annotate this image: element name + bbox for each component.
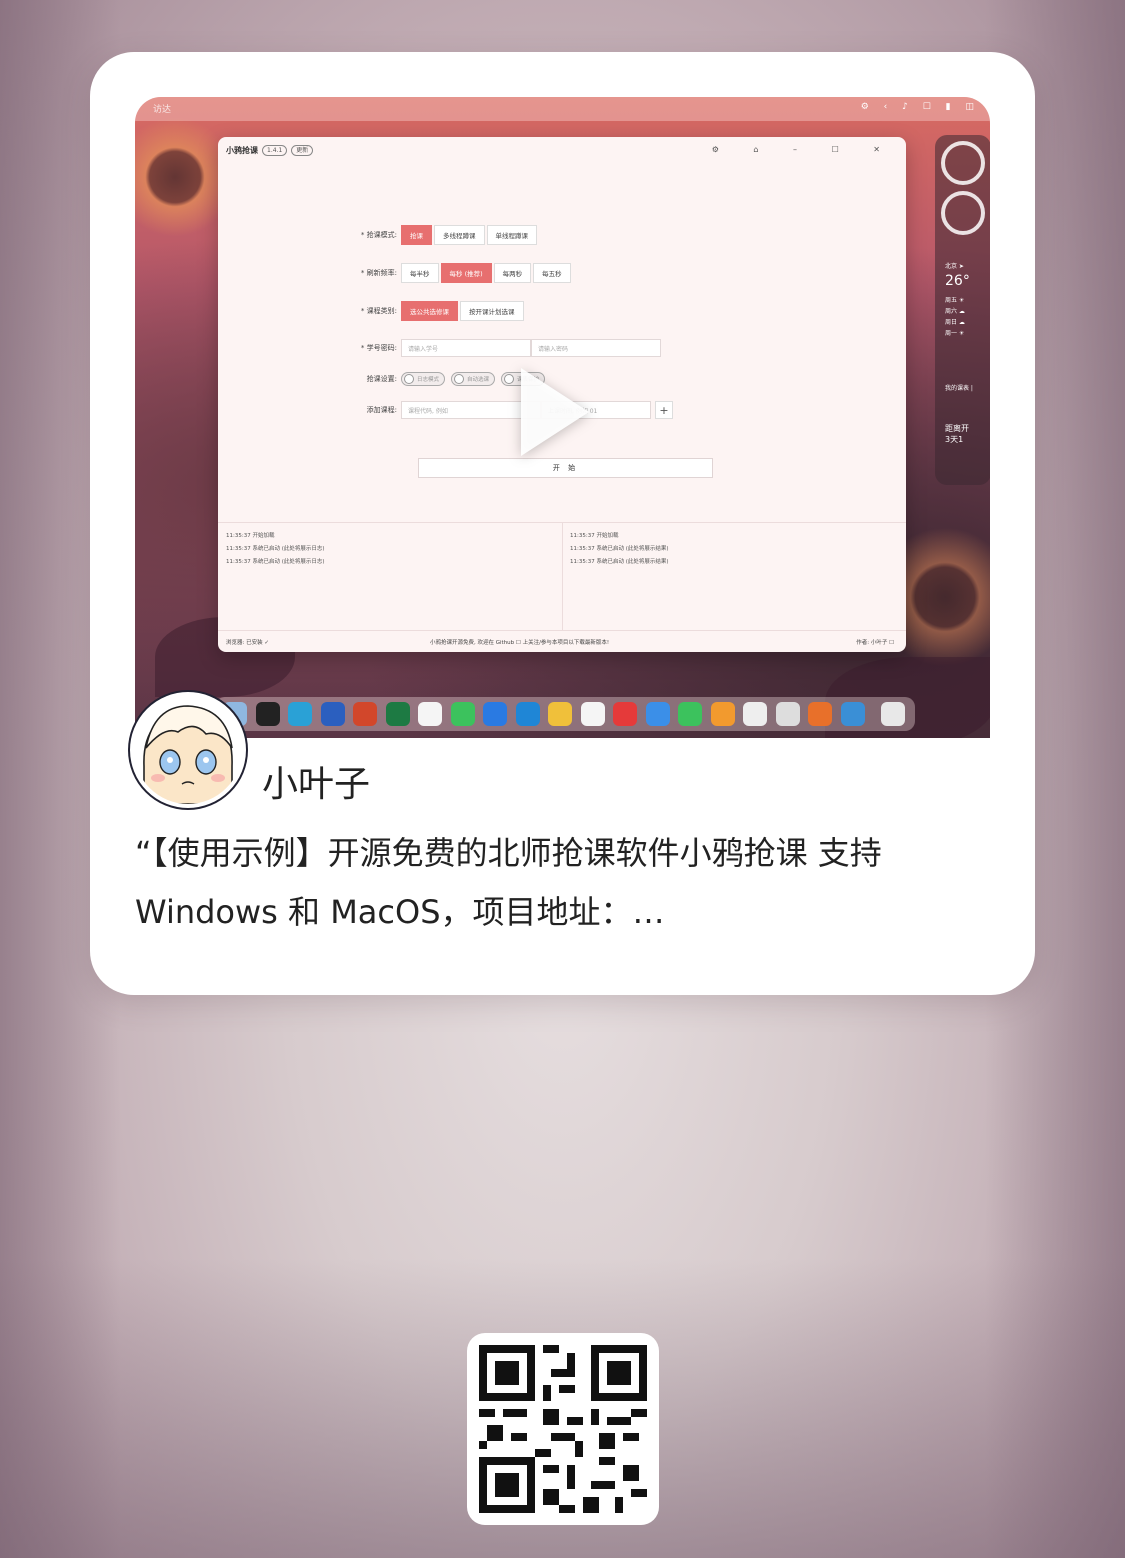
share-card[interactable]: 访达 ⚙ ‹ ♪ ☐ ▮ ◫ 小鸦抢课 1.4.1 更新 ⚙ ⌂ – ☐ ✕ *… xyxy=(90,52,1035,995)
browser-status: 浏览器: 已安装 ✓ xyxy=(226,639,269,646)
vscode-icon xyxy=(515,702,540,726)
category-row: * 课程类别: 选公共选修课 按开课计划选课 xyxy=(343,301,526,321)
mode-row: * 抢课模式: 抢课 多线程蹲课 单线程蹲课 xyxy=(343,225,539,245)
log-pane-right: 11:35:37 开始加载 11:35:37 系统已启动 (此处将展示结果) 1… xyxy=(570,530,900,569)
desktop-widgets: 北京 ➤ 26° 周五 ☀ 周六 ☁ 周日 ☁ 周一 ☀ 我的课表 | 距离开 … xyxy=(935,135,990,485)
case-ring-icon xyxy=(941,191,985,235)
mode-option-grab: 抢课 xyxy=(401,225,432,245)
wechat-icon xyxy=(450,702,475,726)
settings-label: 抢课设置: xyxy=(366,375,397,383)
note-line: 距离开 xyxy=(945,424,969,433)
weather-city: 北京 ➤ xyxy=(945,263,964,270)
refresh-option-two-seconds: 每两秒 xyxy=(493,263,532,283)
course-code-input: 课程代码, 例如 xyxy=(401,401,541,419)
account-label: * 学号密码: xyxy=(360,344,397,352)
note-line: 3天1 xyxy=(945,435,964,444)
toggle-log-mode: 日志模式 xyxy=(401,372,446,386)
log-pane-left: 11:35:37 开始加载 11:35:37 系统已启动 (此处将展示日志) 1… xyxy=(226,530,556,569)
add-course-plus-icon: + xyxy=(655,401,673,419)
note-widget-title: 我的课表 | xyxy=(945,385,973,392)
log-line: 11:35:37 系统已启动 (此处将展示日志) xyxy=(226,546,325,552)
video-thumbnail[interactable]: 访达 ⚙ ‹ ♪ ☐ ▮ ◫ 小鸦抢课 1.4.1 更新 ⚙ ⌂ – ☐ ✕ *… xyxy=(135,97,990,738)
avatar[interactable] xyxy=(130,692,246,808)
account-row: * 学号密码: 请输入学号 请输入密码 xyxy=(343,339,661,357)
play-icon[interactable] xyxy=(521,368,589,456)
weather-forecast: 周五 ☀ 周六 ☁ 周日 ☁ 周一 ☀ xyxy=(945,295,965,339)
safari-icon xyxy=(483,702,507,726)
refresh-option-one-second: 每秒 (推荐) xyxy=(440,263,492,283)
forecast-day: 周日 ☁ xyxy=(945,319,965,326)
forecast-day: 周五 ☀ xyxy=(945,297,965,304)
refresh-option-five-seconds: 每五秒 xyxy=(533,263,571,283)
avatar-illustration xyxy=(134,696,242,804)
qr-code xyxy=(467,1333,659,1525)
category-label: * 课程类别: xyxy=(360,307,397,315)
messages-icon xyxy=(678,702,702,726)
excel-icon xyxy=(385,702,410,726)
window-controls: ⚙ ⌂ – ☐ ✕ xyxy=(711,145,896,154)
terminal-icon xyxy=(255,702,280,726)
forecast-day: 周六 ☁ xyxy=(945,308,965,315)
mode-option-single-thread: 单线程蹲课 xyxy=(486,225,537,245)
author-credit: 作者: 小叶子 ☐ xyxy=(856,639,894,646)
add-course-row: 添加课程: 课程代码, 例如 上课时间, 例如 01 + xyxy=(343,401,673,419)
mail-icon xyxy=(645,702,670,726)
app-icon xyxy=(775,702,800,726)
refresh-option-half-second: 每半秒 xyxy=(401,263,439,283)
books-icon xyxy=(710,702,735,726)
refresh-row: * 刷新频率: 每半秒 每秒 (推荐) 每两秒 每五秒 xyxy=(343,263,573,283)
app-title: 小鸦抢课 xyxy=(226,145,258,155)
add-course-label: 添加课程: xyxy=(366,406,397,414)
category-option-plan: 按开课计划选课 xyxy=(460,301,524,321)
mac-dock xyxy=(215,697,915,731)
refresh-label: * 刷新频率: xyxy=(360,269,397,277)
log-line: 11:35:37 系统已启动 (此处将展示结果) xyxy=(570,546,669,552)
log-line: 11:35:37 系统已启动 (此处将展示日志) xyxy=(226,559,325,565)
music-icon xyxy=(613,702,637,726)
note-widget-body: 距离开 3天1 xyxy=(945,423,969,445)
settings-row: 抢课设置: 日志模式 自动选课 课表保护 xyxy=(343,372,551,386)
trash-icon xyxy=(881,702,905,726)
password-input: 请输入密码 xyxy=(531,339,661,357)
qq-icon xyxy=(418,702,442,726)
log-line: 11:35:37 系统已启动 (此处将展示结果) xyxy=(570,559,669,565)
app-titlebar: 小鸦抢课 1.4.1 更新 ⚙ ⌂ – ☐ ✕ xyxy=(218,137,906,163)
version-badge: 1.4.1 xyxy=(262,144,288,156)
log-divider xyxy=(562,522,563,630)
open-source-notice: 小鸦抢课开源免费, 欢迎在 Github ☐ 上关注/参与本项目以下载最新版本! xyxy=(430,639,610,646)
edge-icon xyxy=(288,702,312,726)
start-button: 开 始 xyxy=(418,458,713,478)
toggle-auto-select: 自动选课 xyxy=(451,372,496,386)
video-description[interactable]: “【使用示例】开源免费的北师抢课软件小鸦抢课 支持 Windows 和 MacO… xyxy=(135,824,995,942)
log-line: 11:35:37 开始加载 xyxy=(226,533,275,539)
status-bar: 浏览器: 已安装 ✓ 小鸦抢课开源免费, 欢迎在 Github ☐ 上关注/参与… xyxy=(218,630,906,652)
weather-temp: 26° xyxy=(945,273,970,289)
student-id-input: 请输入学号 xyxy=(401,339,531,357)
powerpoint-icon xyxy=(353,702,377,726)
menubar-status-icons: ⚙ ‹ ♪ ☐ ▮ ◫ xyxy=(860,102,980,112)
author-name[interactable]: 小叶子 xyxy=(262,755,370,807)
toggle-label: 自动选课 xyxy=(467,377,490,383)
toggle-label: 日志模式 xyxy=(417,377,440,383)
battery-ring-icon xyxy=(941,141,985,185)
log-line: 11:35:37 开始加载 xyxy=(570,533,619,539)
toggle-knob xyxy=(504,374,515,384)
toggle-knob xyxy=(454,374,465,384)
word-icon xyxy=(320,702,345,726)
update-badge: 更新 xyxy=(291,144,314,156)
preview-icon xyxy=(840,702,865,726)
mac-menubar: 访达 ⚙ ‹ ♪ ☐ ▮ ◫ xyxy=(135,97,990,121)
category-option-public: 选公共选修课 xyxy=(401,301,458,321)
qr-code-pattern xyxy=(479,1345,647,1513)
photos-icon xyxy=(548,702,572,726)
firefox-icon xyxy=(808,702,832,726)
toggle-knob xyxy=(404,374,414,384)
notes-icon xyxy=(580,702,605,726)
mode-option-multi-thread: 多线程蹲课 xyxy=(434,225,485,245)
mode-label: * 抢课模式: xyxy=(360,231,397,239)
chatgpt-icon xyxy=(743,702,767,726)
forecast-day: 周一 ☀ xyxy=(945,330,965,337)
menubar-app-name: 访达 xyxy=(153,105,172,115)
